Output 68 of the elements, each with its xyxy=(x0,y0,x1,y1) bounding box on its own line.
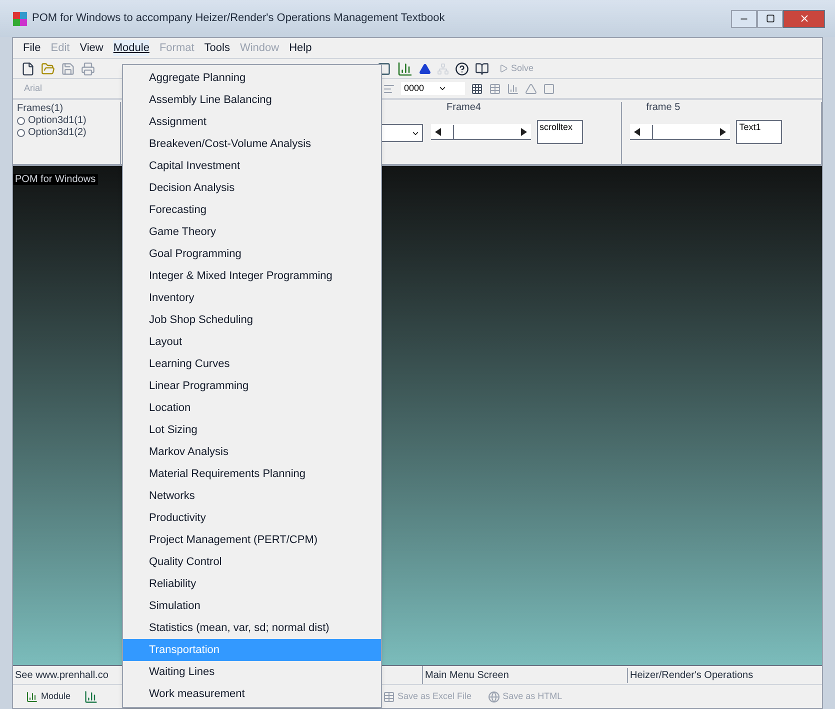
globe-icon xyxy=(488,690,500,702)
menu-item[interactable]: Game Theory xyxy=(123,221,381,243)
left-arrow-icon[interactable] xyxy=(434,128,440,136)
menu-item[interactable]: Inventory xyxy=(123,287,381,309)
menu-item[interactable]: Productivity xyxy=(123,507,381,529)
text-field[interactable]: Text1 xyxy=(736,120,782,144)
menu-item[interactable]: Work measurement xyxy=(123,683,381,705)
new-file-icon[interactable] xyxy=(21,62,35,76)
chart-icon xyxy=(26,690,38,702)
window-title: POM for Windows to accompany Heizer/Render's Operations Management Textbook xyxy=(32,11,445,26)
frame-title: frame 5 xyxy=(646,102,682,114)
menu-item[interactable]: Reliability xyxy=(123,573,381,595)
status-text: Main Menu Screen xyxy=(423,668,628,682)
menu-item[interactable]: Layout xyxy=(123,331,381,353)
menu-item[interactable]: Aggregate Planning xyxy=(123,67,381,89)
maximize-icon xyxy=(766,14,774,23)
radio-option[interactable]: Option3d1(1) xyxy=(17,115,120,127)
menu-item[interactable]: Assignment xyxy=(123,111,381,133)
menu-item[interactable]: Breakeven/Cost-Volume Analysis xyxy=(123,133,381,155)
menu-item[interactable]: Assembly Line Balancing xyxy=(123,89,381,111)
menu-item[interactable]: Location xyxy=(123,397,381,419)
close-icon xyxy=(798,13,810,24)
menu-item[interactable]: Module xyxy=(113,40,150,56)
table-icon xyxy=(382,690,395,702)
radio-option[interactable]: Option3d1(2) xyxy=(17,127,120,139)
toolbar-button[interactable]: Module xyxy=(23,690,74,704)
menu-item[interactable]: Simulation xyxy=(123,595,381,617)
app-logo-icon xyxy=(12,10,28,26)
right-arrow-icon[interactable] xyxy=(520,128,526,136)
menu-item[interactable]: Networks xyxy=(123,485,381,507)
help-book-icon[interactable] xyxy=(475,62,489,76)
menu-item[interactable]: Help xyxy=(289,40,312,56)
menu-item[interactable]: Forecasting xyxy=(123,199,381,221)
maximize-button[interactable] xyxy=(757,10,783,28)
main-area-title: POM for Windows xyxy=(13,174,98,185)
menu-item[interactable]: Project Management (PERT/CPM) xyxy=(123,529,381,551)
left-arrow-icon[interactable] xyxy=(634,128,640,136)
menu-item[interactable]: Decision Analysis xyxy=(123,177,381,199)
status-text: Heizer/Render's Operations xyxy=(629,668,754,682)
close-button[interactable] xyxy=(783,10,825,28)
menu-item[interactable]: Waiting Lines xyxy=(123,661,381,683)
scroll-bar[interactable] xyxy=(430,124,530,140)
right-arrow-icon[interactable] xyxy=(720,128,726,136)
menu-item[interactable]: Learning Curves xyxy=(123,353,381,375)
open-folder-icon[interactable] xyxy=(41,62,55,76)
scroll-bar[interactable] xyxy=(630,124,730,140)
play-icon xyxy=(499,64,508,73)
menu-item[interactable]: Quality Control xyxy=(123,551,381,573)
format-dropdown[interactable]: 0000 xyxy=(401,82,465,96)
menu-item[interactable]: Lot Sizing xyxy=(123,419,381,441)
menu-item[interactable]: Goal Programming xyxy=(123,243,381,265)
radio-button[interactable] xyxy=(17,117,25,125)
radio-button[interactable] xyxy=(17,129,25,137)
menu-item[interactable]: File xyxy=(23,40,41,56)
menu-item[interactable]: View xyxy=(80,40,104,56)
menu-item[interactable]: Markov Analysis xyxy=(123,441,381,463)
chart-icon[interactable] xyxy=(397,60,413,76)
text-field[interactable]: scrolltex xyxy=(536,120,582,144)
menu-item[interactable]: Job Shop Scheduling xyxy=(123,309,381,331)
menu-item[interactable]: Integer & Mixed Integer Programming xyxy=(123,265,381,287)
menu-item[interactable]: Material Requirements Planning xyxy=(123,463,381,485)
menu-item[interactable]: Capital Investment xyxy=(123,155,381,177)
menu-item[interactable]: Statistics (mean, var, sd; normal dist) xyxy=(123,617,381,639)
menu-item[interactable]: Tools xyxy=(204,40,230,56)
triangle-icon[interactable] xyxy=(419,62,431,74)
menu-item[interactable]: Linear Programming xyxy=(123,375,381,397)
frame-title: Frames(1) xyxy=(17,103,64,115)
frame-title: Frame4 xyxy=(446,102,482,114)
